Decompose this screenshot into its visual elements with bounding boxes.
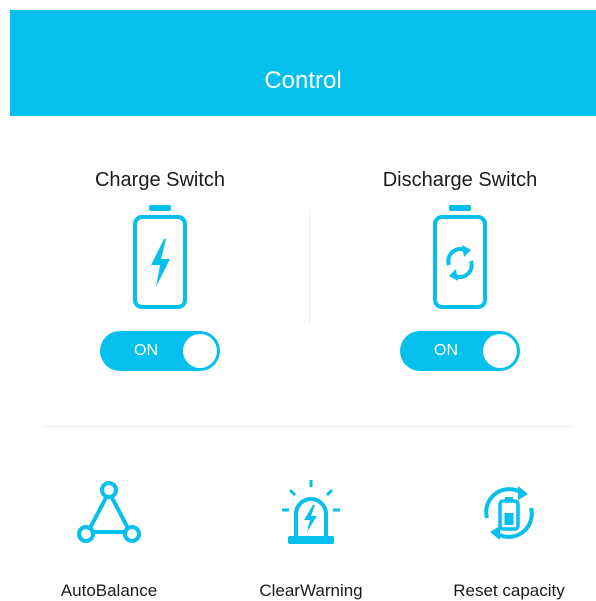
discharge-toggle-state: ON xyxy=(434,342,458,359)
discharge-switch-label: Discharge Switch xyxy=(382,169,538,191)
autobalance-label: AutoBalance xyxy=(60,581,158,600)
autobalance-button[interactable]: AutoBalance xyxy=(34,478,184,601)
charge-switch-panel: Charge Switch ON xyxy=(45,165,275,371)
discharge-toggle[interactable]: ON xyxy=(400,331,520,371)
reset-capacity-button[interactable]: Reset capacity xyxy=(434,478,584,601)
clear-warning-label: ClearWarning xyxy=(259,581,363,600)
horizontal-divider xyxy=(43,426,573,427)
battery-cycle-icon xyxy=(433,205,487,309)
toggle-knob xyxy=(483,334,517,368)
clear-warning-button[interactable]: ClearWarning xyxy=(236,478,386,601)
charge-switch-label: Charge Switch xyxy=(94,169,226,191)
charge-toggle-state: ON xyxy=(134,342,158,359)
reset-capacity-label: Reset capacity xyxy=(453,581,565,600)
page-title: Control xyxy=(264,67,342,94)
battery-charging-icon xyxy=(133,205,187,309)
header-bar: Control xyxy=(10,10,596,116)
discharge-switch-panel: Discharge Switch ON xyxy=(345,165,575,371)
triangle-nodes-icon xyxy=(77,481,141,543)
charge-toggle[interactable]: ON xyxy=(100,331,220,371)
alarm-light-icon xyxy=(282,480,340,544)
toggle-knob xyxy=(183,334,217,368)
battery-reset-icon xyxy=(484,486,534,540)
vertical-divider xyxy=(309,210,310,325)
